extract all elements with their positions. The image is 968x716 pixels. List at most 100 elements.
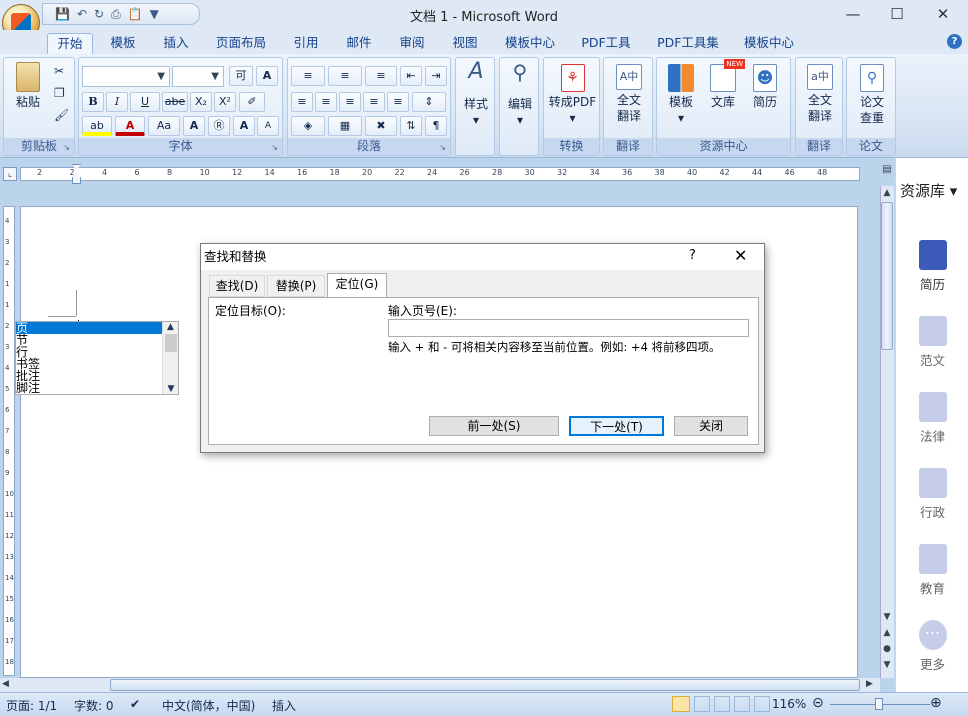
tab-pdf-toolset[interactable]: PDF工具集 — [650, 33, 726, 54]
underline-button[interactable]: U — [130, 92, 160, 112]
tab-template[interactable]: 模板 — [100, 33, 146, 54]
draft-view-icon[interactable] — [754, 696, 770, 712]
format-painter-icon[interactable]: 🖌 — [54, 108, 69, 122]
minimize-button[interactable]: — — [838, 4, 868, 24]
word-count[interactable]: 字数: 0 — [74, 697, 114, 714]
align-left-icon[interactable]: ≡ — [291, 92, 313, 112]
superscript-button[interactable]: X² — [214, 92, 236, 112]
tab-goto[interactable]: 定位(G) — [327, 273, 387, 298]
grow-font-button[interactable]: A — [233, 116, 255, 136]
sort-icon[interactable]: ⇅ — [400, 116, 422, 136]
prev-page-icon[interactable]: ▲ — [881, 628, 893, 638]
full-translate-button-2[interactable]: a中 全文 翻译 — [798, 64, 842, 124]
full-screen-view-icon[interactable] — [694, 696, 710, 712]
scroll-down-icon[interactable]: ▼ — [881, 612, 893, 622]
print-layout-view-icon[interactable] — [672, 696, 690, 712]
launcher-icon[interactable]: ↘ — [439, 143, 446, 152]
clear-format-icon[interactable]: ✐ — [239, 92, 265, 112]
resource-panel-title[interactable]: 资源库 ▾ — [900, 180, 957, 201]
font-size-combo[interactable]: ▼ — [172, 66, 224, 87]
bold-button[interactable]: B — [82, 92, 104, 112]
print-icon[interactable]: ⎙ — [111, 7, 121, 22]
tab-pdf-tools[interactable]: PDF工具 — [572, 33, 640, 54]
list-scrollbar[interactable]: ▲ ▼ — [162, 322, 178, 394]
close-button[interactable]: 关闭 — [674, 416, 748, 436]
font-phonetic-icon[interactable]: 可 — [229, 66, 253, 86]
tab-insert[interactable]: 插入 — [153, 33, 199, 54]
cut-icon[interactable]: ✂ — [54, 64, 64, 78]
zoom-in-icon[interactable]: ⊕ — [930, 695, 942, 711]
undo-icon[interactable]: ↶ — [77, 7, 87, 21]
horizontal-ruler[interactable]: 2 2 4 6 8 10 12 14 16 18 20 22 24 26 28 30 32 34 36 38 40 42 4… — [20, 167, 860, 181]
chinese-layout-icon[interactable]: ✖ — [365, 116, 397, 136]
strikethrough-button[interactable]: abe — [162, 92, 188, 112]
list-scroll-thumb[interactable] — [164, 334, 177, 352]
tab-view[interactable]: 视图 — [442, 33, 488, 54]
side-item-sample[interactable]: 范文 — [896, 316, 968, 369]
numbering-icon[interactable]: ≡ — [328, 66, 362, 86]
show-marks-icon[interactable]: ¶ — [425, 116, 447, 136]
resume-button[interactable]: ☻ 简历 — [745, 64, 785, 110]
styles-button[interactable]: A 样式 ▾ — [458, 61, 494, 128]
justify-icon[interactable]: ≡ — [363, 92, 385, 112]
browse-object-icon[interactable]: ● — [881, 644, 893, 654]
help-icon[interactable]: ? — [947, 34, 962, 49]
borders-icon[interactable]: ▦ — [328, 116, 362, 136]
highlight-icon[interactable]: ab — [82, 116, 112, 136]
outline-view-icon[interactable] — [734, 696, 750, 712]
font-color-icon[interactable]: A — [115, 116, 145, 136]
convert-pdf-button[interactable]: ⚘ 转成PDF ▾ — [546, 64, 599, 126]
insert-mode-indicator[interactable]: 插入 — [272, 697, 296, 714]
scroll-right-icon[interactable]: ▶ — [866, 679, 873, 689]
tab-home[interactable]: 开始 — [47, 33, 93, 54]
redo-icon[interactable]: ↻ — [94, 7, 104, 21]
language-indicator[interactable]: 中文(简体，中国) — [162, 697, 255, 714]
shrink-font-button[interactable]: A — [257, 116, 279, 136]
page-count[interactable]: 页面: 1/1 — [6, 697, 57, 714]
font-name-combo[interactable]: ▼ — [82, 66, 170, 87]
tab-find[interactable]: 查找(D) — [209, 275, 265, 297]
web-view-icon[interactable] — [714, 696, 730, 712]
template-button[interactable]: 模板 ▾ — [661, 64, 701, 126]
scroll-left-icon[interactable]: ◀ — [2, 679, 9, 689]
zoom-slider-thumb[interactable] — [875, 698, 883, 710]
side-item-more[interactable]: ⋯ 更多 — [896, 620, 968, 673]
shading-icon[interactable]: ◈ — [291, 116, 325, 136]
paste-button[interactable]: 粘贴 — [8, 62, 48, 110]
horizontal-scroll-thumb[interactable] — [110, 679, 860, 691]
zoom-out-icon[interactable]: ⊝ — [812, 695, 824, 711]
clipboard-icon[interactable]: 📋 — [128, 7, 143, 21]
full-translate-button[interactable]: A中 全文 翻译 — [606, 64, 652, 124]
char-shading-icon[interactable]: A — [183, 116, 205, 136]
tab-references[interactable]: 引用 — [283, 33, 329, 54]
side-item-admin[interactable]: 行政 — [896, 468, 968, 521]
library-button[interactable]: NEW 文库 — [703, 59, 745, 110]
italic-button[interactable]: I — [106, 92, 128, 112]
page-number-input[interactable] — [388, 319, 749, 337]
align-right-icon[interactable]: ≡ — [339, 92, 361, 112]
distributed-icon[interactable]: ≡ — [387, 92, 409, 112]
maximize-button[interactable]: ☐ — [882, 4, 912, 24]
tab-review[interactable]: 审阅 — [389, 33, 435, 54]
tab-selector-icon[interactable]: ⌞ — [3, 167, 17, 181]
paper-check-button[interactable]: ⚲ 论文 查重 — [849, 64, 895, 126]
side-item-law[interactable]: 法律 — [896, 392, 968, 445]
qat-customize-icon[interactable]: ▼ — [150, 7, 159, 21]
change-case-icon[interactable]: Aa — [148, 116, 180, 136]
dialog-help-button[interactable]: ? — [689, 248, 696, 263]
tab-template-center-2[interactable]: 模板中心 — [734, 33, 804, 54]
proofing-icon[interactable]: ✔ — [130, 697, 140, 711]
side-item-resume[interactable]: 简历 — [896, 240, 968, 293]
close-window-button[interactable]: ✕ — [928, 4, 958, 24]
side-item-education[interactable]: 教育 — [896, 544, 968, 597]
align-center-icon[interactable]: ≡ — [315, 92, 337, 112]
increase-indent-icon[interactable]: ⇥ — [425, 66, 447, 86]
list-item[interactable]: 脚注 — [16, 382, 40, 394]
tab-replace[interactable]: 替换(P) — [267, 275, 325, 297]
copy-icon[interactable]: ❐ — [54, 86, 65, 100]
launcher-icon[interactable]: ↘ — [271, 143, 278, 152]
subscript-button[interactable]: X₂ — [190, 92, 212, 112]
previous-button[interactable]: 前一处(S) — [429, 416, 559, 436]
next-button[interactable]: 下一处(T) — [569, 416, 664, 436]
list-scroll-down-icon[interactable]: ▼ — [163, 384, 179, 394]
